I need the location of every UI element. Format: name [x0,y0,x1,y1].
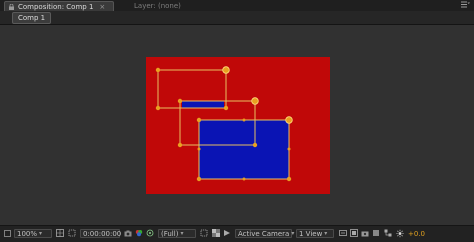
resolution-value: (Full) [161,229,179,238]
large-blue-solid[interactable] [199,120,289,179]
snapshot-icon[interactable] [361,229,369,237]
fast-preview-icon[interactable] [223,229,231,237]
view-layout-dropdown[interactable]: 1 View [296,229,334,238]
mask-icon[interactable] [68,229,76,237]
exposure-value-text: +0.0 [408,229,425,238]
resolution-dropdown[interactable]: (Full) [158,229,196,238]
color-channel-icon[interactable] [135,229,143,237]
comp-navigator-row: Comp 1 [0,11,474,25]
flowchart-icon[interactable] [384,229,392,237]
panel-menu-icon[interactable] [461,1,470,9]
composition-viewer[interactable] [0,25,474,225]
small-blue-solid[interactable] [182,101,224,108]
show-snapshot-icon[interactable] [372,229,380,237]
view-layout-value: 1 View [299,229,323,238]
tab-layer-label: Layer: (none) [134,2,181,10]
comp-canvas[interactable] [0,25,474,225]
tab-composition[interactable]: Composition: Comp 1 × [4,1,114,11]
camera-icon[interactable] [124,229,132,237]
pixel-aspect-icon[interactable] [339,229,347,237]
viewer-toolbar: 100% 0:00:00:00 (Full) Active Camera 1 V… [0,225,474,242]
comp-button[interactable]: Comp 1 [12,12,52,24]
transparency-grid-icon[interactable] [212,229,220,237]
magnification-value: 100% [17,229,38,238]
comp-button-label: Comp 1 [18,14,46,22]
exposure-value[interactable]: +0.0 [408,229,425,238]
lock-icon[interactable] [9,3,14,10]
exposure-reset-icon[interactable] [146,229,154,237]
camera-value: Active Camera [238,229,290,238]
exposure-icon[interactable] [396,229,404,237]
tab-layer[interactable]: Layer: (none) [122,1,185,11]
close-icon[interactable]: × [99,3,105,11]
grid-icon[interactable] [56,229,64,237]
magnification-dropdown[interactable]: 100% [14,229,52,238]
region-of-interest-icon[interactable] [200,229,208,237]
render-preview-icon[interactable] [350,229,358,237]
camera-dropdown[interactable]: Active Camera [235,229,292,238]
tab-composition-label: Composition: Comp 1 [18,2,94,11]
timecode-field[interactable]: 0:00:00:00 [80,229,122,238]
timecode-value: 0:00:00:00 [83,229,122,238]
always-preview-icon[interactable] [3,229,11,237]
